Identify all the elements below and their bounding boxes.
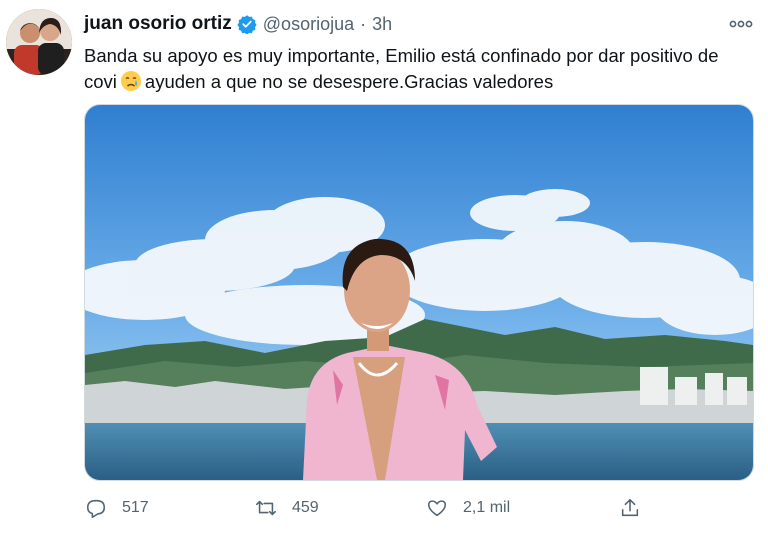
tweet-text: Banda su apoyo es muy importante, Emilio… bbox=[84, 43, 754, 99]
tweet-text-part-2: ayuden a que no se desespere.Gracias val… bbox=[144, 71, 554, 92]
reply-button[interactable]: 517 bbox=[84, 493, 149, 523]
like-button[interactable]: 2,1 mil bbox=[425, 493, 510, 523]
tweet-actions: 517 459 2,1 mil bbox=[84, 493, 684, 523]
tweet-timestamp[interactable]: 3h bbox=[372, 14, 392, 35]
share-icon bbox=[618, 496, 642, 520]
reply-count: 517 bbox=[122, 499, 149, 516]
retweet-count: 459 bbox=[292, 499, 319, 516]
more-options-icon[interactable] bbox=[726, 13, 756, 35]
author-handle[interactable]: @osoriojua bbox=[263, 14, 354, 35]
reply-icon bbox=[84, 496, 108, 520]
avatar[interactable] bbox=[6, 9, 72, 75]
like-count: 2,1 mil bbox=[463, 499, 511, 516]
crying-face-icon bbox=[120, 70, 142, 99]
heart-icon bbox=[425, 496, 449, 520]
tweet: juan osorio ortiz @osoriojua · 3h Banda … bbox=[0, 0, 768, 543]
author-name[interactable]: juan osorio ortiz bbox=[84, 13, 232, 35]
tweet-photo[interactable] bbox=[84, 104, 754, 481]
retweet-button[interactable]: 459 bbox=[254, 493, 319, 523]
tweet-header: juan osorio ortiz @osoriojua · 3h bbox=[84, 11, 392, 37]
separator-dot: · bbox=[360, 13, 367, 34]
retweet-icon bbox=[254, 496, 278, 520]
share-button[interactable] bbox=[618, 493, 642, 523]
verified-badge-icon bbox=[237, 14, 257, 34]
